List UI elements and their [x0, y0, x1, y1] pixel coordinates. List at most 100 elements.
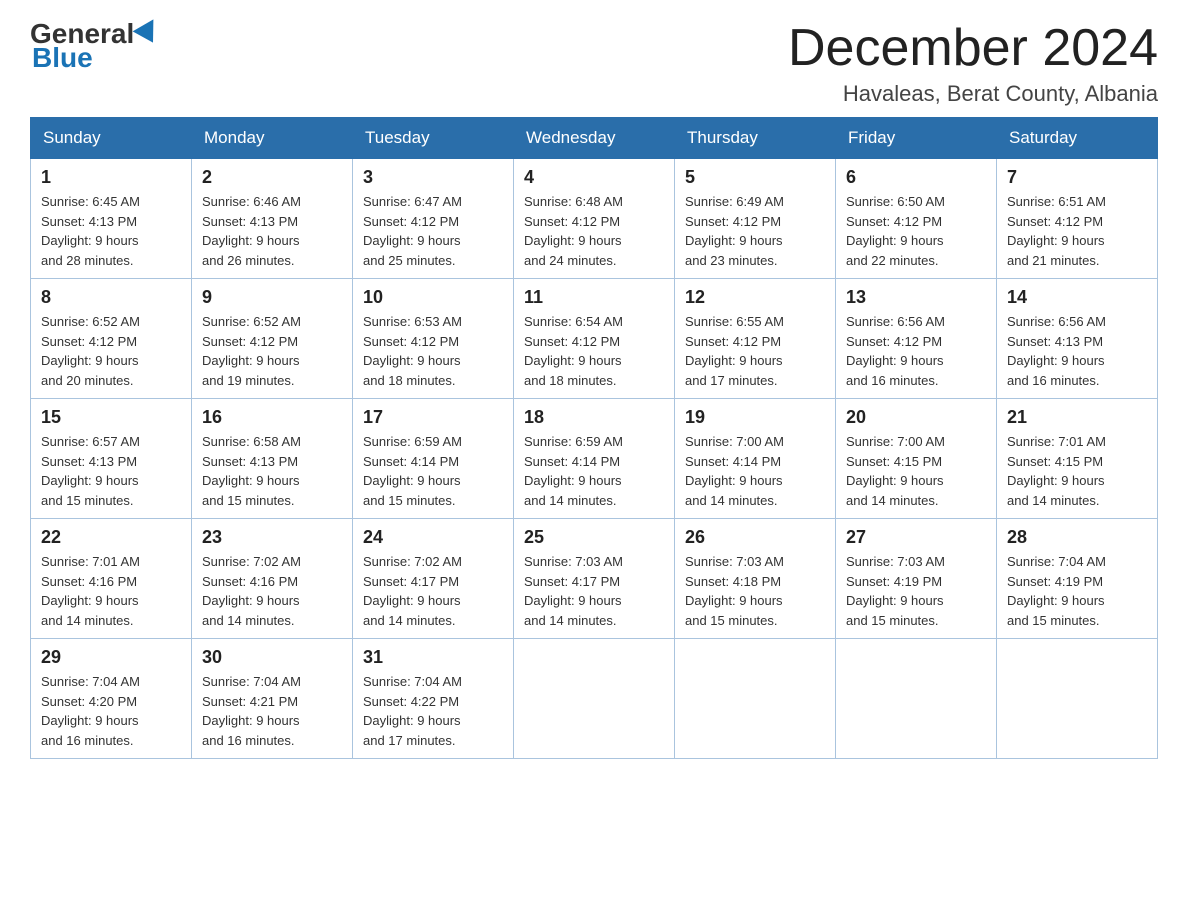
day-info: Sunrise: 7:03 AMSunset: 4:18 PMDaylight:…: [685, 554, 784, 628]
calendar-cell: 8 Sunrise: 6:52 AMSunset: 4:12 PMDayligh…: [31, 279, 192, 399]
calendar-cell: 26 Sunrise: 7:03 AMSunset: 4:18 PMDaylig…: [675, 519, 836, 639]
day-info: Sunrise: 6:45 AMSunset: 4:13 PMDaylight:…: [41, 194, 140, 268]
calendar-cell: 2 Sunrise: 6:46 AMSunset: 4:13 PMDayligh…: [192, 159, 353, 279]
calendar-cell: 11 Sunrise: 6:54 AMSunset: 4:12 PMDaylig…: [514, 279, 675, 399]
day-info: Sunrise: 7:03 AMSunset: 4:17 PMDaylight:…: [524, 554, 623, 628]
day-number: 27: [846, 527, 986, 548]
calendar-cell: 5 Sunrise: 6:49 AMSunset: 4:12 PMDayligh…: [675, 159, 836, 279]
day-info: Sunrise: 7:01 AMSunset: 4:16 PMDaylight:…: [41, 554, 140, 628]
calendar-cell: 27 Sunrise: 7:03 AMSunset: 4:19 PMDaylig…: [836, 519, 997, 639]
calendar-cell: 17 Sunrise: 6:59 AMSunset: 4:14 PMDaylig…: [353, 399, 514, 519]
day-number: 2: [202, 167, 342, 188]
calendar-cell: 31 Sunrise: 7:04 AMSunset: 4:22 PMDaylig…: [353, 639, 514, 759]
day-info: Sunrise: 6:57 AMSunset: 4:13 PMDaylight:…: [41, 434, 140, 508]
day-number: 4: [524, 167, 664, 188]
calendar-row-4: 22 Sunrise: 7:01 AMSunset: 4:16 PMDaylig…: [31, 519, 1158, 639]
day-info: Sunrise: 6:58 AMSunset: 4:13 PMDaylight:…: [202, 434, 301, 508]
location-subtitle: Havaleas, Berat County, Albania: [788, 81, 1158, 107]
day-number: 11: [524, 287, 664, 308]
day-info: Sunrise: 6:47 AMSunset: 4:12 PMDaylight:…: [363, 194, 462, 268]
calendar-cell: 21 Sunrise: 7:01 AMSunset: 4:15 PMDaylig…: [997, 399, 1158, 519]
day-info: Sunrise: 6:48 AMSunset: 4:12 PMDaylight:…: [524, 194, 623, 268]
calendar-cell: [997, 639, 1158, 759]
calendar-cell: 10 Sunrise: 6:53 AMSunset: 4:12 PMDaylig…: [353, 279, 514, 399]
calendar-cell: 28 Sunrise: 7:04 AMSunset: 4:19 PMDaylig…: [997, 519, 1158, 639]
day-number: 30: [202, 647, 342, 668]
calendar-cell: 24 Sunrise: 7:02 AMSunset: 4:17 PMDaylig…: [353, 519, 514, 639]
day-number: 29: [41, 647, 181, 668]
day-info: Sunrise: 6:46 AMSunset: 4:13 PMDaylight:…: [202, 194, 301, 268]
day-info: Sunrise: 6:56 AMSunset: 4:12 PMDaylight:…: [846, 314, 945, 388]
day-number: 23: [202, 527, 342, 548]
day-info: Sunrise: 6:56 AMSunset: 4:13 PMDaylight:…: [1007, 314, 1106, 388]
day-number: 25: [524, 527, 664, 548]
day-number: 18: [524, 407, 664, 428]
day-number: 28: [1007, 527, 1147, 548]
calendar-cell: [514, 639, 675, 759]
day-info: Sunrise: 7:04 AMSunset: 4:22 PMDaylight:…: [363, 674, 462, 748]
day-number: 10: [363, 287, 503, 308]
col-saturday: Saturday: [997, 118, 1158, 159]
col-sunday: Sunday: [31, 118, 192, 159]
calendar-header-row: Sunday Monday Tuesday Wednesday Thursday…: [31, 118, 1158, 159]
day-number: 24: [363, 527, 503, 548]
day-info: Sunrise: 6:59 AMSunset: 4:14 PMDaylight:…: [363, 434, 462, 508]
day-number: 19: [685, 407, 825, 428]
day-info: Sunrise: 6:51 AMSunset: 4:12 PMDaylight:…: [1007, 194, 1106, 268]
day-number: 3: [363, 167, 503, 188]
day-number: 14: [1007, 287, 1147, 308]
day-info: Sunrise: 7:01 AMSunset: 4:15 PMDaylight:…: [1007, 434, 1106, 508]
col-monday: Monday: [192, 118, 353, 159]
calendar-cell: 25 Sunrise: 7:03 AMSunset: 4:17 PMDaylig…: [514, 519, 675, 639]
calendar-cell: [675, 639, 836, 759]
day-number: 1: [41, 167, 181, 188]
col-wednesday: Wednesday: [514, 118, 675, 159]
day-number: 12: [685, 287, 825, 308]
day-info: Sunrise: 7:04 AMSunset: 4:20 PMDaylight:…: [41, 674, 140, 748]
calendar-cell: 30 Sunrise: 7:04 AMSunset: 4:21 PMDaylig…: [192, 639, 353, 759]
month-title: December 2024: [788, 20, 1158, 77]
day-number: 5: [685, 167, 825, 188]
calendar-cell: 6 Sunrise: 6:50 AMSunset: 4:12 PMDayligh…: [836, 159, 997, 279]
calendar-cell: 13 Sunrise: 6:56 AMSunset: 4:12 PMDaylig…: [836, 279, 997, 399]
col-tuesday: Tuesday: [353, 118, 514, 159]
calendar-cell: 16 Sunrise: 6:58 AMSunset: 4:13 PMDaylig…: [192, 399, 353, 519]
calendar-cell: 18 Sunrise: 6:59 AMSunset: 4:14 PMDaylig…: [514, 399, 675, 519]
day-info: Sunrise: 6:50 AMSunset: 4:12 PMDaylight:…: [846, 194, 945, 268]
day-info: Sunrise: 7:02 AMSunset: 4:16 PMDaylight:…: [202, 554, 301, 628]
calendar-cell: 1 Sunrise: 6:45 AMSunset: 4:13 PMDayligh…: [31, 159, 192, 279]
page-header: General Blue December 2024 Havaleas, Ber…: [30, 20, 1158, 107]
day-number: 21: [1007, 407, 1147, 428]
day-info: Sunrise: 6:52 AMSunset: 4:12 PMDaylight:…: [202, 314, 301, 388]
day-number: 8: [41, 287, 181, 308]
day-info: Sunrise: 6:59 AMSunset: 4:14 PMDaylight:…: [524, 434, 623, 508]
day-number: 13: [846, 287, 986, 308]
calendar-row-1: 1 Sunrise: 6:45 AMSunset: 4:13 PMDayligh…: [31, 159, 1158, 279]
day-info: Sunrise: 6:53 AMSunset: 4:12 PMDaylight:…: [363, 314, 462, 388]
day-number: 22: [41, 527, 181, 548]
day-info: Sunrise: 6:54 AMSunset: 4:12 PMDaylight:…: [524, 314, 623, 388]
day-number: 9: [202, 287, 342, 308]
day-info: Sunrise: 7:00 AMSunset: 4:14 PMDaylight:…: [685, 434, 784, 508]
calendar-cell: [836, 639, 997, 759]
calendar-cell: 4 Sunrise: 6:48 AMSunset: 4:12 PMDayligh…: [514, 159, 675, 279]
col-thursday: Thursday: [675, 118, 836, 159]
calendar-cell: 23 Sunrise: 7:02 AMSunset: 4:16 PMDaylig…: [192, 519, 353, 639]
day-info: Sunrise: 6:49 AMSunset: 4:12 PMDaylight:…: [685, 194, 784, 268]
day-number: 17: [363, 407, 503, 428]
calendar-cell: 15 Sunrise: 6:57 AMSunset: 4:13 PMDaylig…: [31, 399, 192, 519]
logo-blue-text: Blue: [32, 42, 93, 74]
day-number: 6: [846, 167, 986, 188]
calendar-cell: 19 Sunrise: 7:00 AMSunset: 4:14 PMDaylig…: [675, 399, 836, 519]
calendar-row-2: 8 Sunrise: 6:52 AMSunset: 4:12 PMDayligh…: [31, 279, 1158, 399]
calendar-cell: 14 Sunrise: 6:56 AMSunset: 4:13 PMDaylig…: [997, 279, 1158, 399]
calendar-cell: 12 Sunrise: 6:55 AMSunset: 4:12 PMDaylig…: [675, 279, 836, 399]
calendar-row-3: 15 Sunrise: 6:57 AMSunset: 4:13 PMDaylig…: [31, 399, 1158, 519]
day-info: Sunrise: 7:03 AMSunset: 4:19 PMDaylight:…: [846, 554, 945, 628]
logo-arrow-icon: [133, 19, 164, 48]
calendar-cell: 22 Sunrise: 7:01 AMSunset: 4:16 PMDaylig…: [31, 519, 192, 639]
calendar-table: Sunday Monday Tuesday Wednesday Thursday…: [30, 117, 1158, 759]
day-info: Sunrise: 6:55 AMSunset: 4:12 PMDaylight:…: [685, 314, 784, 388]
day-info: Sunrise: 7:02 AMSunset: 4:17 PMDaylight:…: [363, 554, 462, 628]
day-info: Sunrise: 7:00 AMSunset: 4:15 PMDaylight:…: [846, 434, 945, 508]
